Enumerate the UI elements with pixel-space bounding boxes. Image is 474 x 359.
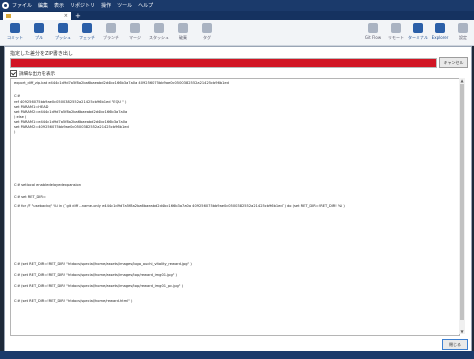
log-line: set PARAM2=409256075bb9ae0c0500382552a21… <box>14 125 129 129</box>
progress-fill <box>11 59 436 67</box>
dialog-title: 指定した差分をZIP書き出し <box>10 51 73 57</box>
log-line: C:¥ set RET_DIR= <box>14 195 46 199</box>
log-line: C:¥ (set RET_DIR=!RET_DIR! "htdocs/speci… <box>14 273 177 277</box>
title-bar: ファイル 編集 表示 リポジトリ 操作 ツール ヘルプ <box>0 0 474 11</box>
toolbar: コミット プル プッシュ フェッチ ブランチ マージ スタッシュ 破棄 タグ Git Flow リモ… <box>0 20 474 46</box>
menu-view[interactable]: 表示 <box>54 2 64 9</box>
toolbar-button-3[interactable]: フェッチ <box>76 23 98 43</box>
toolbar-label: Git Flow <box>364 35 382 40</box>
pull-icon <box>34 23 44 33</box>
remote-icon <box>391 23 401 33</box>
toolbar-label: コミット <box>7 35 23 40</box>
toolbar-label: プル <box>35 35 43 40</box>
terminal-icon <box>413 23 423 33</box>
toolbar-label: プッシュ <box>55 35 71 40</box>
toolbar-right-button-1[interactable]: リモート <box>385 23 407 43</box>
toolbar-right-button-2[interactable]: ターミナル <box>407 23 429 43</box>
log-line: set PARAM2=e444c1d9d7a5f8a2ba6baeabd2d4b… <box>14 110 128 114</box>
detail-output-toggle[interactable]: 詳細な出力を表示 <box>10 70 55 77</box>
toolbar-label: リモート <box>388 35 404 40</box>
tab-strip: × + <box>0 11 474 20</box>
log-scrollbar[interactable]: ▲ ▼ <box>459 78 465 334</box>
scroll-thumb[interactable] <box>460 84 464 320</box>
close-button[interactable]: 閉じる <box>442 339 468 350</box>
menu-edit[interactable]: 編集 <box>38 2 48 9</box>
merge-icon <box>130 23 140 33</box>
menu-actions[interactable]: 操作 <box>101 2 111 9</box>
explorer-icon <box>435 23 445 33</box>
toolbar-button-4[interactable]: ブランチ <box>100 23 122 43</box>
log-line: ) else ( <box>14 115 27 119</box>
app-logo-icon <box>2 2 9 9</box>
status-bar <box>0 351 474 359</box>
folder-icon <box>6 14 11 18</box>
repo-tab[interactable]: × <box>3 12 71 20</box>
menu-repository[interactable]: リポジトリ <box>70 2 95 9</box>
log-line: ref 409256075bb9ae0c0500382552a21425cb96… <box>14 100 127 104</box>
toolbar-label: ブランチ <box>103 35 119 40</box>
toolbar-button-1[interactable]: プル <box>28 23 50 43</box>
discard-icon <box>178 23 188 33</box>
toolbar-right-button-0[interactable]: Git Flow <box>362 23 384 43</box>
fetch-icon <box>82 23 92 33</box>
branch-icon <box>106 23 116 33</box>
git-flow-icon <box>368 23 378 33</box>
output-log: export_diff_zip.bat e444c1d9d7a5f8a2ba6b… <box>10 78 460 336</box>
close-tab-icon[interactable]: × <box>64 13 68 19</box>
log-line: ) <box>14 130 16 134</box>
log-line: C:¥ (set RET_DIR=!RET_DIR! "htdocs/speci… <box>14 262 192 266</box>
toolbar-right-button-3[interactable]: Explorer <box>429 23 451 43</box>
toolbar-button-0[interactable]: コミット <box>4 23 26 43</box>
settings-icon <box>458 23 468 33</box>
toolbar-label: ターミナル <box>408 35 428 40</box>
log-line: C:¥ (set RET_DIR=!RET_DIR! "htdocs/speci… <box>14 299 133 303</box>
log-line: C:¥ setlocal enabledelayedexpansion <box>14 183 82 187</box>
progress-bar <box>10 58 437 68</box>
scroll-up-icon[interactable]: ▲ <box>459 78 465 83</box>
toolbar-button-7[interactable]: 破棄 <box>172 23 194 43</box>
toolbar-label: 設定 <box>459 35 467 40</box>
log-line: C:¥ <box>14 94 21 98</box>
menu-help[interactable]: ヘルプ <box>138 2 153 9</box>
detail-output-checkbox[interactable] <box>10 70 17 77</box>
menu-tools[interactable]: ツール <box>117 2 132 9</box>
detail-output-label: 詳細な出力を表示 <box>19 71 55 77</box>
stash-icon <box>154 23 164 33</box>
push-icon <box>58 23 68 33</box>
cancel-button[interactable]: キャンセル <box>439 57 468 68</box>
toolbar-label: タグ <box>203 35 211 40</box>
log-line: set PARAM1=e444c1d9d7a5f8a2ba6baeabd2d4b… <box>14 120 128 124</box>
toolbar-label: スタッシュ <box>149 35 169 40</box>
toolbar-label: フェッチ <box>79 35 95 40</box>
log-line: C:¥ for /F "usebackq" %i in (`git diff -… <box>14 204 345 208</box>
add-tab-button[interactable]: + <box>75 12 81 20</box>
menu-file[interactable]: ファイル <box>12 2 32 9</box>
log-line: C:¥ (set RET_DIR=!RET_DIR! "htdocs/speci… <box>14 284 183 288</box>
toolbar-label: Explorer <box>431 35 449 40</box>
tag-icon <box>202 23 212 33</box>
commit-icon <box>10 23 20 33</box>
log-line: export_diff_zip.bat e444c1d9d7a5f8a2ba6b… <box>14 81 229 85</box>
toolbar-button-8[interactable]: タグ <box>196 23 218 43</box>
toolbar-label: マージ <box>129 35 141 40</box>
scroll-down-icon[interactable]: ▼ <box>459 329 465 334</box>
log-line: set PARAM1=HEAD <box>14 105 49 109</box>
toolbar-right-button-4[interactable]: 設定 <box>452 23 474 43</box>
toolbar-button-5[interactable]: マージ <box>124 23 146 43</box>
toolbar-button-6[interactable]: スタッシュ <box>148 23 170 43</box>
zip-export-dialog: 指定した差分をZIP書き出し キャンセル 詳細な出力を表示 export_dif… <box>4 46 472 352</box>
toolbar-label: 破棄 <box>179 35 187 40</box>
toolbar-button-2[interactable]: プッシュ <box>52 23 74 43</box>
